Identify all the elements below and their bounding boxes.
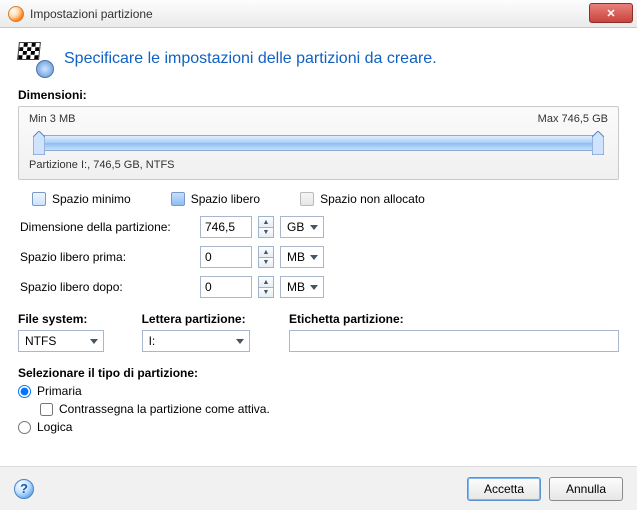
size-slider[interactable]: [29, 129, 608, 157]
help-icon[interactable]: ?: [14, 479, 34, 499]
slider-track: [39, 135, 598, 151]
free-after-unit-value: MB: [287, 280, 305, 294]
checkbox-active[interactable]: Contrassegna la partizione come attiva.: [40, 402, 619, 416]
titlebar: Impostazioni partizione ✕: [0, 0, 637, 28]
slider-thumb-left[interactable]: [33, 131, 45, 155]
free-before-step-down[interactable]: ▼: [258, 257, 274, 268]
legend-min-label: Spazio minimo: [52, 192, 131, 206]
size-max-label: Max 746,5 GB: [538, 113, 608, 125]
accept-button[interactable]: Accetta: [467, 477, 541, 501]
free-before-unit-select[interactable]: MB: [280, 246, 324, 268]
slider-caption: Partizione I:, 746,5 GB, NTFS: [29, 159, 608, 171]
free-after-unit-select[interactable]: MB: [280, 276, 324, 298]
radio-logical-label: Logica: [37, 420, 72, 434]
filesystem-label: File system:: [18, 312, 114, 326]
free-before-label: Spazio libero prima:: [20, 250, 200, 264]
free-before-unit-value: MB: [287, 250, 305, 264]
radio-logical[interactable]: Logica: [18, 420, 619, 434]
radio-primary-input[interactable]: [18, 385, 31, 398]
app-icon: [8, 6, 24, 22]
cancel-button[interactable]: Annulla: [549, 477, 623, 501]
free-after-step-down[interactable]: ▼: [258, 287, 274, 298]
filesystem-select[interactable]: NTFS: [18, 330, 104, 352]
swatch-free-icon: [171, 192, 185, 206]
legend-free: Spazio libero: [171, 192, 260, 206]
partition-size-unit-select[interactable]: GB: [280, 216, 324, 238]
partition-size-unit-value: GB: [287, 220, 304, 234]
swatch-unalloc-icon: [300, 192, 314, 206]
partition-size-step-down[interactable]: ▼: [258, 227, 274, 238]
partition-size-label: Dimensione della partizione:: [20, 220, 200, 234]
free-after-step-up[interactable]: ▲: [258, 276, 274, 287]
legend-unalloc-label: Spazio non allocato: [320, 192, 425, 206]
free-before-input[interactable]: [200, 246, 252, 268]
window-title: Impostazioni partizione: [30, 7, 153, 21]
size-legend: Spazio minimo Spazio libero Spazio non a…: [32, 192, 619, 206]
page-heading: Specificare le impostazioni delle partiz…: [64, 50, 437, 68]
free-after-input[interactable]: [200, 276, 252, 298]
checkbox-active-label: Contrassegna la partizione come attiva.: [59, 402, 270, 416]
close-button[interactable]: ✕: [589, 3, 633, 23]
partition-size-input[interactable]: [200, 216, 252, 238]
free-after-label: Spazio libero dopo:: [20, 280, 200, 294]
free-before-step-up[interactable]: ▲: [258, 246, 274, 257]
drive-letter-label: Lettera partizione:: [142, 312, 261, 326]
size-min-label: Min 3 MB: [29, 113, 75, 125]
drive-letter-value: I:: [149, 334, 156, 348]
legend-min: Spazio minimo: [32, 192, 131, 206]
legend-free-label: Spazio libero: [191, 192, 260, 206]
checkbox-active-input[interactable]: [40, 403, 53, 416]
swatch-min-icon: [32, 192, 46, 206]
radio-primary-label: Primaria: [37, 384, 82, 398]
partition-size-step-up[interactable]: ▲: [258, 216, 274, 227]
wizard-icon: [18, 42, 52, 76]
radio-primary[interactable]: Primaria: [18, 384, 619, 398]
size-panel: Min 3 MB Max 746,5 GB Partizione I:, 746…: [18, 106, 619, 180]
volume-label-label: Etichetta partizione:: [289, 312, 619, 326]
radio-logical-input[interactable]: [18, 421, 31, 434]
partition-type-label: Selezionare il tipo di partizione:: [18, 366, 619, 380]
drive-letter-select[interactable]: I:: [142, 330, 250, 352]
slider-thumb-right[interactable]: [592, 131, 604, 155]
footer: ? Accetta Annulla: [0, 466, 637, 510]
size-section-label: Dimensioni:: [18, 88, 619, 102]
filesystem-value: NTFS: [25, 334, 56, 348]
volume-label-input[interactable]: [289, 330, 619, 352]
legend-unalloc: Spazio non allocato: [300, 192, 425, 206]
